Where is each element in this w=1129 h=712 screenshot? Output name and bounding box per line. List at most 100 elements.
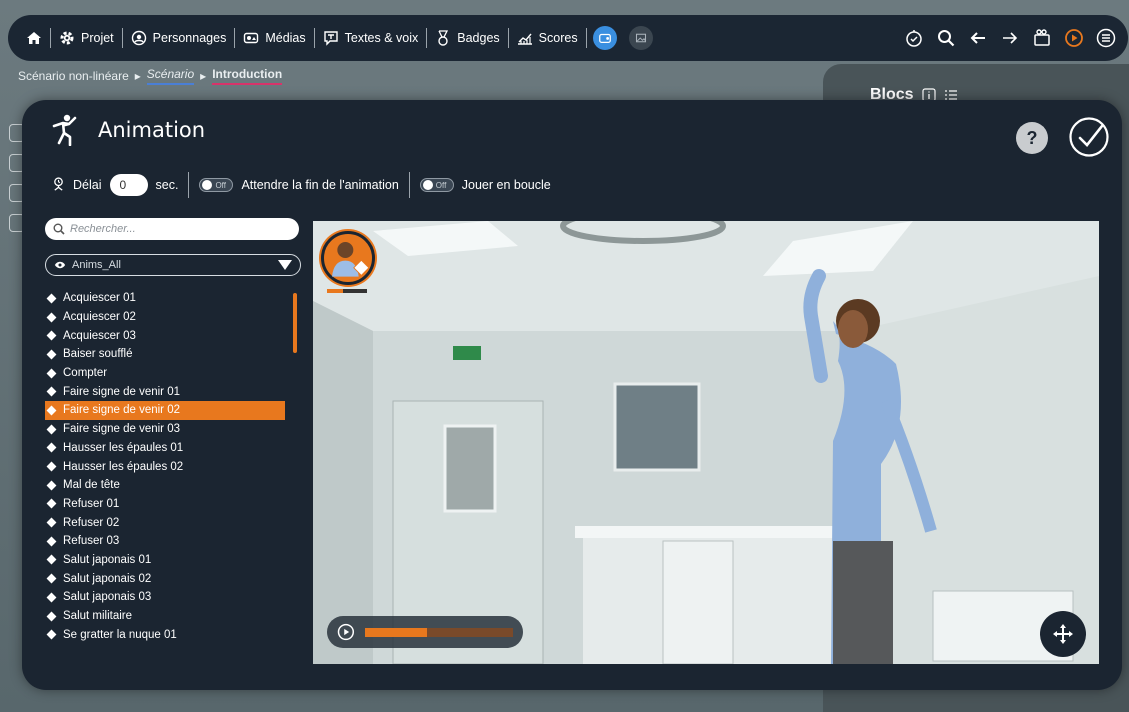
animation-list-item[interactable]: Hausser les épaules 01: [45, 439, 285, 458]
timer-person-icon: [54, 176, 63, 191]
delay-group: Délai 0 sec.: [52, 174, 188, 196]
play-icon[interactable]: [337, 623, 355, 641]
nav-label: Badges: [457, 31, 500, 45]
search-icon: [53, 223, 65, 235]
animation-filter-select[interactable]: Anims_All: [45, 254, 301, 276]
toggle-state: Off: [435, 180, 447, 190]
search-icon[interactable]: [936, 28, 956, 48]
animation-name: Se gratter la nuque 01: [63, 628, 177, 641]
confirm-check-button[interactable]: [1068, 116, 1110, 158]
nav-projet[interactable]: Projet: [51, 15, 122, 61]
animation-list-item[interactable]: Faire signe de venir 01: [45, 382, 285, 401]
animation-name: Faire signe de venir 01: [63, 385, 180, 398]
animation-list-item[interactable]: Salut japonais 01: [45, 551, 285, 570]
breadcrumb-scenario[interactable]: Scénario: [146, 67, 195, 85]
diamond-bullet-icon: [46, 573, 57, 584]
animation-list-item[interactable]: Faire signe de venir 02: [45, 401, 285, 420]
animation-name: Acquiescer 01: [63, 292, 136, 305]
playback-track[interactable]: [364, 627, 513, 637]
dialog-header: Animation: [50, 114, 205, 146]
animation-name: Refuser 02: [63, 516, 120, 529]
animation-list-item[interactable]: Acquiescer 03: [45, 326, 285, 345]
animation-list-item[interactable]: Baiser soufflé: [45, 345, 285, 364]
camera-icon[interactable]: [1032, 28, 1052, 48]
animation-list-item[interactable]: Hausser les épaules 02: [45, 457, 285, 476]
play-circle-icon[interactable]: [1064, 28, 1084, 48]
breadcrumb-root[interactable]: Scénario non-linéare: [18, 69, 129, 83]
animation-list-item[interactable]: Refuser 02: [45, 513, 285, 532]
arrow-right-icon[interactable]: [1000, 28, 1020, 48]
move-camera-button[interactable]: [1040, 611, 1086, 657]
animation-list-item[interactable]: Acquiescer 02: [45, 308, 285, 327]
animation-name: Salut militaire: [63, 610, 133, 623]
animation-name: Faire signe de venir 03: [63, 423, 180, 436]
right-toolbar: [904, 28, 1118, 48]
home-button[interactable]: [18, 15, 50, 61]
arrow-left-icon[interactable]: [968, 28, 988, 48]
diamond-bullet-icon: [46, 536, 57, 547]
animation-list-item[interactable]: Salut militaire: [45, 607, 285, 626]
list-scrollbar[interactable]: [293, 293, 297, 353]
animation-list-item[interactable]: Salut japonais 03: [45, 588, 285, 607]
help-button[interactable]: ?: [1016, 122, 1048, 154]
nav-label: Textes & voix: [344, 31, 419, 45]
animation-list-item[interactable]: Salut japonais 02: [45, 569, 285, 588]
timer-check-icon[interactable]: [904, 28, 924, 48]
diamond-bullet-icon: [46, 349, 57, 360]
diamond-bullet-icon: [46, 611, 57, 621]
loop-group: Off Jouer en boucle: [410, 178, 561, 192]
delay-label: Délai: [73, 178, 102, 192]
toggle-knob: [422, 180, 433, 190]
wait-toggle[interactable]: Off: [199, 178, 234, 192]
animation-list-item[interactable]: Refuser 03: [45, 532, 285, 551]
diamond-bullet-icon: [46, 461, 57, 472]
animation-name: Salut japonais 03: [63, 591, 152, 604]
animation-list-item[interactable]: Se gratter la nuque 01: [45, 625, 285, 644]
gear-icon: [60, 31, 74, 45]
toggle-state: Off: [215, 180, 226, 190]
animation-options: Délai 0 sec. Off Attendre la fin de l'an…: [52, 172, 561, 198]
animation-name: Baiser soufflé: [63, 348, 133, 361]
animation-list-item[interactable]: Faire signe de venir 03: [45, 420, 285, 439]
loop-toggle[interactable]: Off: [419, 178, 454, 192]
breadcrumb-current[interactable]: Introduction: [212, 67, 283, 85]
breadcrumb: Scénario non-linéare ▸ Scénario ▸ Introd…: [18, 67, 283, 85]
diamond-bullet-icon: [46, 517, 57, 528]
nav-textes-voix[interactable]: Textes & voix: [315, 15, 427, 61]
nav-personnages[interactable]: Personnages: [123, 15, 235, 61]
character-icon: [131, 30, 146, 46]
nav-scores[interactable]: Scores: [509, 15, 586, 61]
delay-input[interactable]: 0: [109, 174, 148, 196]
animation-list-item[interactable]: Acquiescer 01: [45, 289, 285, 308]
avatar-progress-fill: [327, 289, 343, 293]
scenario-view-button[interactable]: [592, 26, 617, 50]
diamond-bullet-icon: [46, 330, 57, 341]
nav-medias[interactable]: Médias: [235, 15, 313, 61]
diamond-bullet-icon: [46, 592, 57, 603]
search-input[interactable]: Rechercher...: [45, 218, 299, 240]
diamond-bullet-icon: [46, 293, 57, 304]
toggle-knob: [202, 180, 213, 190]
text-voice-icon: [323, 31, 338, 46]
animation-list-item[interactable]: Mal de tête: [45, 476, 285, 495]
menu-icon[interactable]: [1096, 28, 1116, 48]
nav-badges[interactable]: Badges: [427, 15, 507, 61]
nav-label: Personnages: [152, 31, 227, 45]
diamond-bullet-icon: [46, 405, 57, 416]
diamond-bullet-icon: [46, 424, 57, 435]
animation-figure-icon: [52, 114, 77, 146]
character-avatar[interactable]: [321, 231, 375, 285]
search-placeholder: Rechercher...: [70, 223, 136, 235]
playback-bar: [327, 616, 523, 648]
image-view-button[interactable]: [628, 26, 653, 50]
diamond-bullet-icon: [46, 498, 57, 509]
animation-name: Refuser 01: [63, 497, 120, 510]
animation-list-item[interactable]: Refuser 01: [45, 495, 285, 514]
diamond-bullet-icon: [46, 312, 57, 322]
preview-scene: [313, 221, 1099, 664]
diamond-bullet-icon: [46, 555, 57, 565]
animation-name: Salut japonais 01: [63, 553, 152, 566]
home-icon: [27, 32, 41, 44]
animation-list-item[interactable]: Compter: [45, 364, 285, 383]
eye-icon: [54, 261, 66, 269]
